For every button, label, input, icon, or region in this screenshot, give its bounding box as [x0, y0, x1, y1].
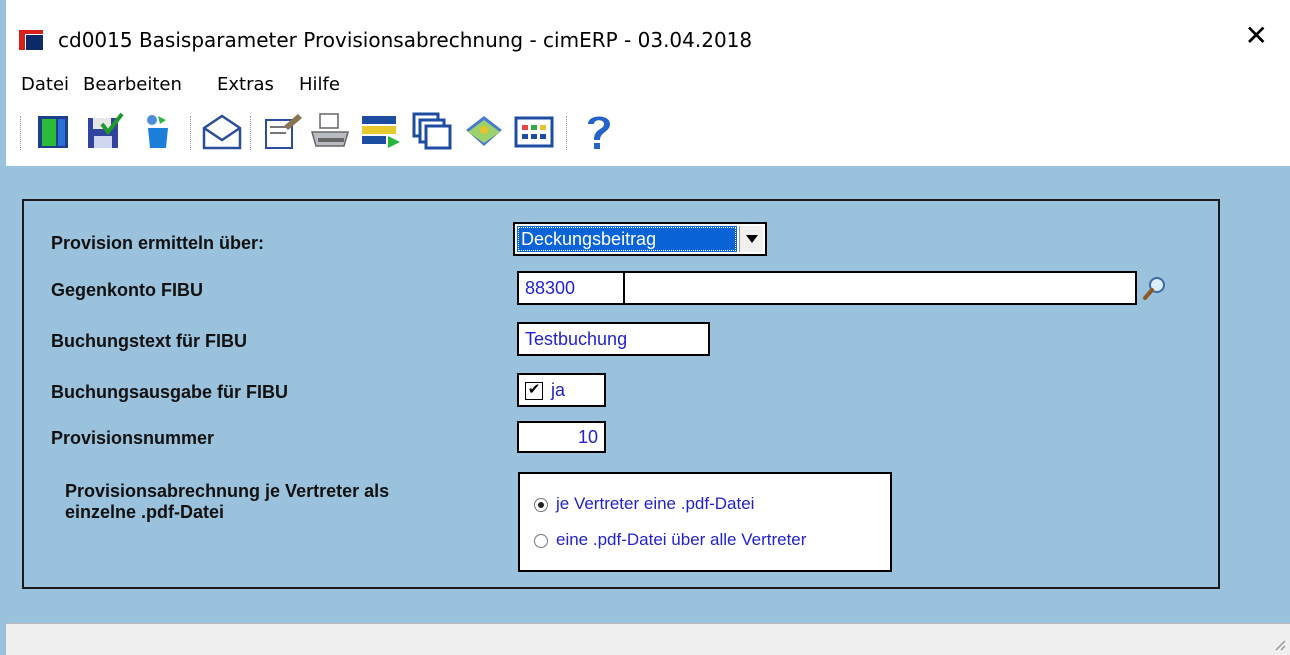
menu-bearbeiten[interactable]: Bearbeiten [83, 74, 182, 95]
pdf-label-line2: einzelne .pdf-Datei [65, 502, 225, 522]
pdf-option-group: je Vertreter eine .pdf-Datei eine .pdf-D… [518, 472, 892, 572]
save-icon[interactable] [82, 110, 126, 154]
gegenkonto-name-input[interactable] [623, 271, 1137, 305]
refresh-icon[interactable] [136, 110, 180, 154]
pdf-option-radio-per-vertreter[interactable] [534, 498, 548, 512]
window-title: cd0015 Basisparameter Provisionsabrechnu… [58, 28, 753, 52]
gegenkonto-label: Gegenkonto FIBU [51, 280, 203, 300]
menu-datei[interactable]: Datei [21, 74, 69, 95]
toolbar [6, 102, 1290, 164]
exit-door-icon[interactable] [32, 110, 76, 154]
menu-hilfe[interactable]: Hilfe [299, 74, 340, 95]
menu-extras[interactable]: Extras [217, 74, 274, 95]
pdf-option-label-all[interactable]: eine .pdf-Datei über alle Vertreter [556, 530, 806, 550]
status-bar [6, 623, 1290, 655]
pdf-option-label-per-vertreter[interactable]: je Vertreter eine .pdf-Datei [556, 494, 754, 514]
document-edit-icon[interactable] [260, 110, 304, 154]
close-icon[interactable]: ✕ [1245, 22, 1268, 50]
buchungstext-label: Buchungstext für FIBU [51, 331, 247, 351]
provisionsnummer-label: Provisionsnummer [51, 428, 215, 448]
calculator-icon[interactable] [512, 110, 556, 154]
pdf-label-line1: Provisionsabrechnung je Vertreter als [65, 481, 390, 501]
envelope-icon[interactable] [200, 110, 244, 154]
app-window: cd0015 Basisparameter Provisionsabrechnu… [0, 0, 1290, 655]
provision-label: Provision ermitteln über: [51, 233, 265, 253]
buchungsausgabe-checkbox[interactable]: ✔ [525, 382, 543, 400]
toolbar-separator [250, 116, 253, 150]
pdf-option-radio-all[interactable] [534, 534, 548, 548]
chevron-down-icon[interactable] [739, 226, 763, 252]
buchungstext-input[interactable]: Testbuchung [517, 322, 710, 356]
provision-select[interactable]: Deckungsbeitrag [513, 222, 767, 256]
provision-select-value: Deckungsbeitrag [517, 226, 737, 252]
toolbar-separator [566, 116, 569, 150]
book-icon[interactable] [462, 110, 506, 154]
buchungsausgabe-checkbox-field[interactable]: ✔ ja [517, 373, 606, 407]
resize-grip-icon[interactable] [1272, 637, 1286, 651]
client-area: Provision ermitteln über: Deckungsbeitra… [6, 166, 1290, 623]
app-logo-icon [19, 30, 43, 50]
export-icon[interactable] [358, 110, 402, 154]
menu-bar: Datei Bearbeiten Extras Hilfe [6, 66, 1290, 102]
title-bar: cd0015 Basisparameter Provisionsabrechnu… [6, 0, 1290, 66]
gegenkonto-input[interactable]: 88300 [517, 271, 625, 305]
toolbar-separator [20, 116, 23, 150]
buchungsausgabe-text: ja [551, 380, 566, 400]
help-icon[interactable] [576, 110, 620, 154]
printer-icon[interactable] [308, 110, 352, 154]
toolbar-separator [190, 116, 193, 150]
buchungsausgabe-label: Buchungsausgabe für FIBU [51, 382, 289, 402]
windows-icon[interactable] [410, 110, 454, 154]
search-icon[interactable] [1142, 275, 1168, 301]
provisionsnummer-input[interactable]: 10 [517, 421, 606, 453]
parameter-frame: Provision ermitteln über: Deckungsbeitra… [22, 199, 1220, 589]
